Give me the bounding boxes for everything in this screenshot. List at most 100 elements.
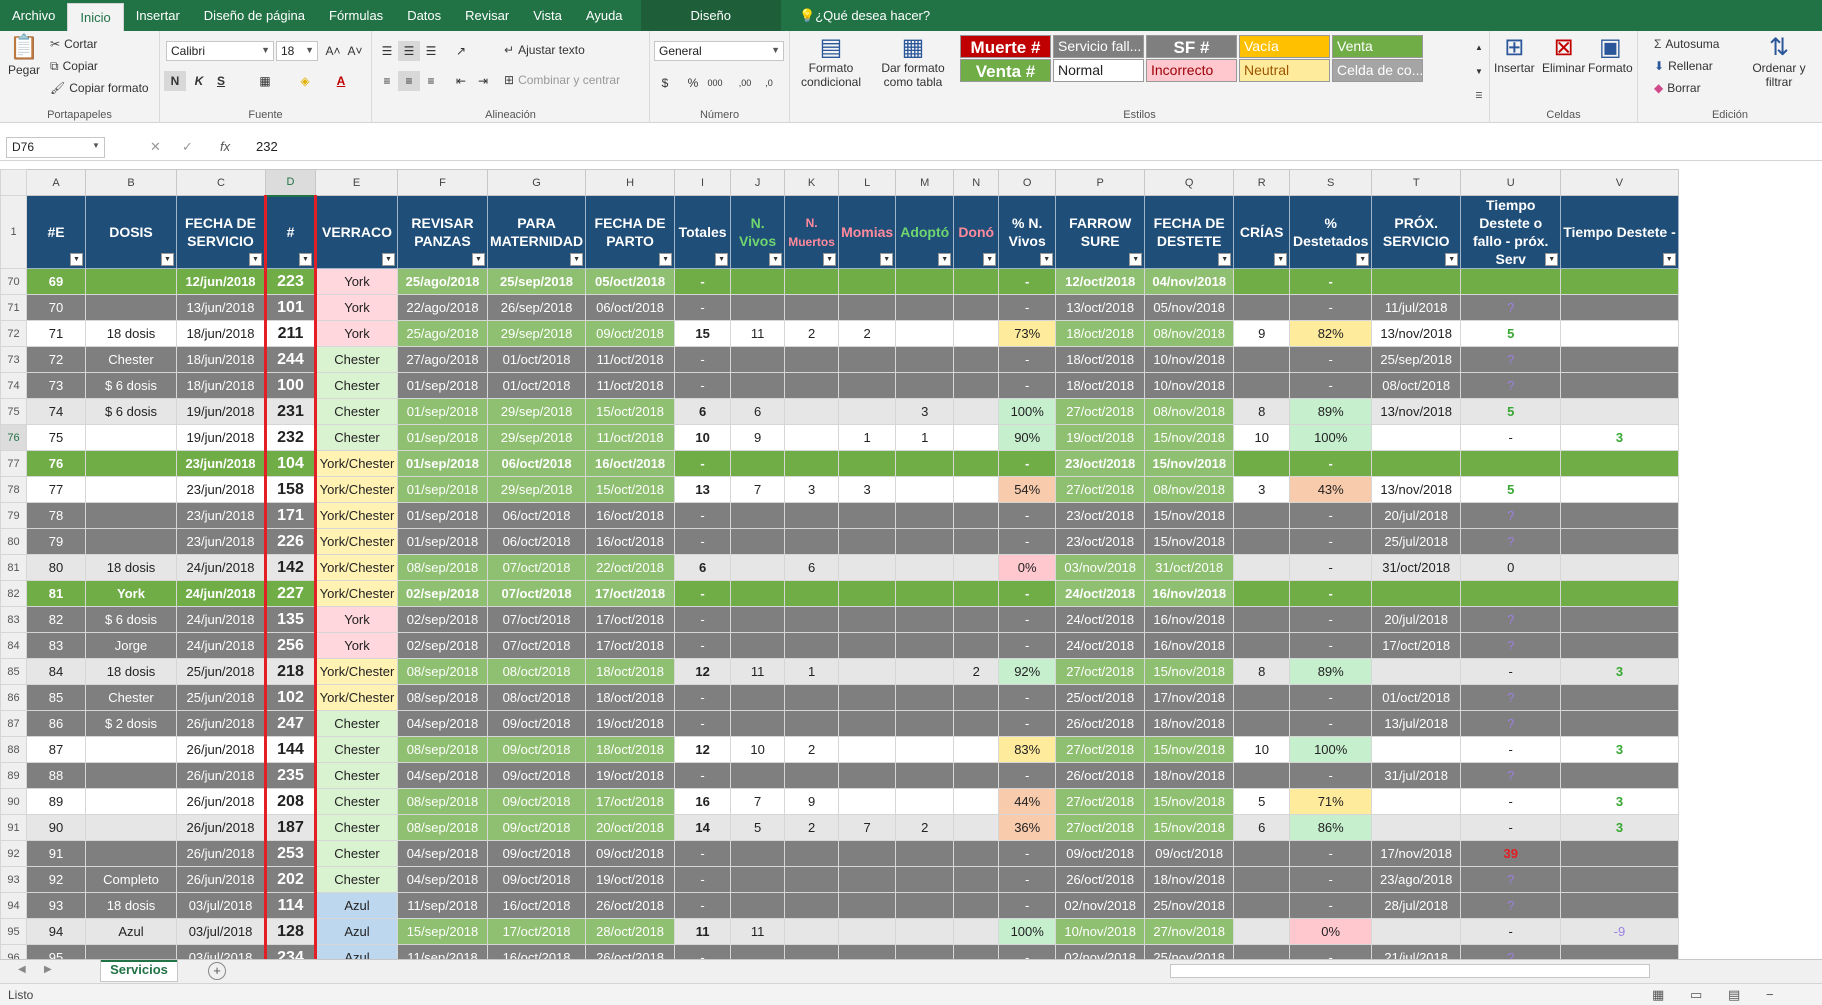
- cell-Q84[interactable]: 16/nov/2018: [1144, 632, 1235, 659]
- column-header-H[interactable]: H: [585, 169, 676, 196]
- cell-M82[interactable]: [895, 580, 955, 607]
- cell-H90[interactable]: 17/oct/2018: [585, 788, 676, 815]
- cell-P87[interactable]: 26/oct/2018: [1055, 710, 1146, 737]
- cell-E89[interactable]: Chester: [315, 762, 398, 789]
- column-header-N[interactable]: N: [953, 169, 1000, 196]
- cell-A84[interactable]: 83: [26, 632, 86, 659]
- cell-J86[interactable]: [730, 684, 786, 711]
- cell-K92[interactable]: [784, 840, 840, 867]
- fill-color-button[interactable]: ◈: [294, 71, 316, 91]
- column-header-T[interactable]: T: [1371, 169, 1462, 196]
- table-header-cell[interactable]: N. Muertos ▼: [784, 195, 840, 269]
- name-box[interactable]: D76: [6, 137, 105, 158]
- cell-I76[interactable]: 10: [674, 424, 732, 451]
- cell-S73[interactable]: -: [1289, 346, 1373, 373]
- cell-J82[interactable]: [730, 580, 786, 607]
- clear-button[interactable]: ◆ Borrar: [1654, 81, 1701, 95]
- cell-C92[interactable]: 26/jun/2018: [176, 840, 266, 867]
- cell-K71[interactable]: [784, 294, 840, 321]
- cell-D72[interactable]: 211: [264, 320, 317, 347]
- cell-P78[interactable]: 27/oct/2018: [1055, 476, 1146, 503]
- cell-V79[interactable]: [1560, 502, 1679, 529]
- cell-O84[interactable]: -: [998, 632, 1057, 659]
- cell-K76[interactable]: [784, 424, 840, 451]
- cell-T72[interactable]: 13/nov/2018: [1371, 320, 1462, 347]
- cell-F86[interactable]: 08/sep/2018: [397, 684, 488, 711]
- cell-U85[interactable]: -: [1460, 658, 1562, 685]
- cell-K81[interactable]: 6: [784, 554, 840, 581]
- cell-B96[interactable]: [85, 944, 177, 959]
- cell-M75[interactable]: 3: [895, 398, 955, 425]
- cell-G94[interactable]: 16/oct/2018: [486, 892, 587, 919]
- cell-G89[interactable]: 09/oct/2018: [486, 762, 587, 789]
- cell-U73[interactable]: ?: [1460, 346, 1562, 373]
- cell-H84[interactable]: 17/oct/2018: [585, 632, 676, 659]
- cell-V70[interactable]: [1560, 268, 1679, 295]
- cell-U90[interactable]: -: [1460, 788, 1562, 815]
- cell-B87[interactable]: $ 2 dosis: [85, 710, 177, 737]
- cell-B70[interactable]: [85, 268, 177, 295]
- cell-N71[interactable]: [953, 294, 1000, 321]
- cell-L80[interactable]: [838, 528, 897, 555]
- gallery-down-button[interactable]: ▼: [1472, 61, 1486, 81]
- column-header-P[interactable]: P: [1055, 169, 1146, 196]
- cell-V94[interactable]: [1560, 892, 1679, 919]
- cell-U78[interactable]: 5: [1460, 476, 1562, 503]
- cell-G82[interactable]: 07/oct/2018: [486, 580, 587, 607]
- cell-J79[interactable]: [730, 502, 786, 529]
- cell-M80[interactable]: [895, 528, 955, 555]
- cell-T77[interactable]: [1371, 450, 1462, 477]
- cell-U72[interactable]: 5: [1460, 320, 1562, 347]
- cell-I83[interactable]: -: [674, 606, 732, 633]
- cell-D82[interactable]: 227: [264, 580, 317, 607]
- cell-N76[interactable]: [953, 424, 1000, 451]
- cell-L82[interactable]: [838, 580, 897, 607]
- cell-F79[interactable]: 01/sep/2018: [397, 502, 488, 529]
- cell-U89[interactable]: ?: [1460, 762, 1562, 789]
- cell-M88[interactable]: [895, 736, 955, 763]
- cell-I96[interactable]: -: [674, 944, 732, 959]
- cell-K74[interactable]: [784, 372, 840, 399]
- cell-style-2[interactable]: SF #: [1146, 35, 1237, 58]
- cell-H96[interactable]: 26/oct/2018: [585, 944, 676, 959]
- cell-Q92[interactable]: 09/oct/2018: [1144, 840, 1235, 867]
- cell-N82[interactable]: [953, 580, 1000, 607]
- function-icon[interactable]: fx: [220, 139, 230, 154]
- cell-R77[interactable]: [1233, 450, 1291, 477]
- cell-R96[interactable]: [1233, 944, 1291, 959]
- cell-O85[interactable]: 92%: [998, 658, 1057, 685]
- cell-style-1[interactable]: Servicio fall...: [1053, 35, 1144, 58]
- cell-S84[interactable]: -: [1289, 632, 1373, 659]
- cell-R81[interactable]: [1233, 554, 1291, 581]
- cell-E84[interactable]: York: [315, 632, 398, 659]
- cell-G73[interactable]: 01/oct/2018: [486, 346, 587, 373]
- cell-E90[interactable]: Chester: [315, 788, 398, 815]
- row-header[interactable]: 92: [0, 840, 27, 867]
- cell-G81[interactable]: 07/oct/2018: [486, 554, 587, 581]
- cell-C83[interactable]: 24/jun/2018: [176, 606, 266, 633]
- filter-dropdown-icon[interactable]: ▼: [1356, 253, 1370, 266]
- cell-V96[interactable]: [1560, 944, 1679, 959]
- row-header[interactable]: 84: [0, 632, 27, 659]
- cell-A83[interactable]: 82: [26, 606, 86, 633]
- cell-C70[interactable]: 12/jun/2018: [176, 268, 266, 295]
- cell-K95[interactable]: [784, 918, 840, 945]
- cell-V78[interactable]: [1560, 476, 1679, 503]
- cell-F92[interactable]: 04/sep/2018: [397, 840, 488, 867]
- cell-D81[interactable]: 142: [264, 554, 317, 581]
- column-header-J[interactable]: J: [730, 169, 786, 196]
- align-middle-button[interactable]: ☰: [398, 41, 420, 61]
- cell-A74[interactable]: 73: [26, 372, 86, 399]
- cell-T91[interactable]: [1371, 814, 1462, 841]
- cell-R72[interactable]: 9: [1233, 320, 1291, 347]
- cell-Q75[interactable]: 08/nov/2018: [1144, 398, 1235, 425]
- cell-P82[interactable]: 24/oct/2018: [1055, 580, 1146, 607]
- insert-cells-button[interactable]: ⊞ Insertar: [1494, 35, 1535, 76]
- cell-G72[interactable]: 29/sep/2018: [486, 320, 587, 347]
- cell-G71[interactable]: 26/sep/2018: [486, 294, 587, 321]
- cell-J94[interactable]: [730, 892, 786, 919]
- cell-E81[interactable]: York/Chester: [315, 554, 398, 581]
- cell-M71[interactable]: [895, 294, 955, 321]
- cell-D71[interactable]: 101: [264, 294, 317, 321]
- cell-V87[interactable]: [1560, 710, 1679, 737]
